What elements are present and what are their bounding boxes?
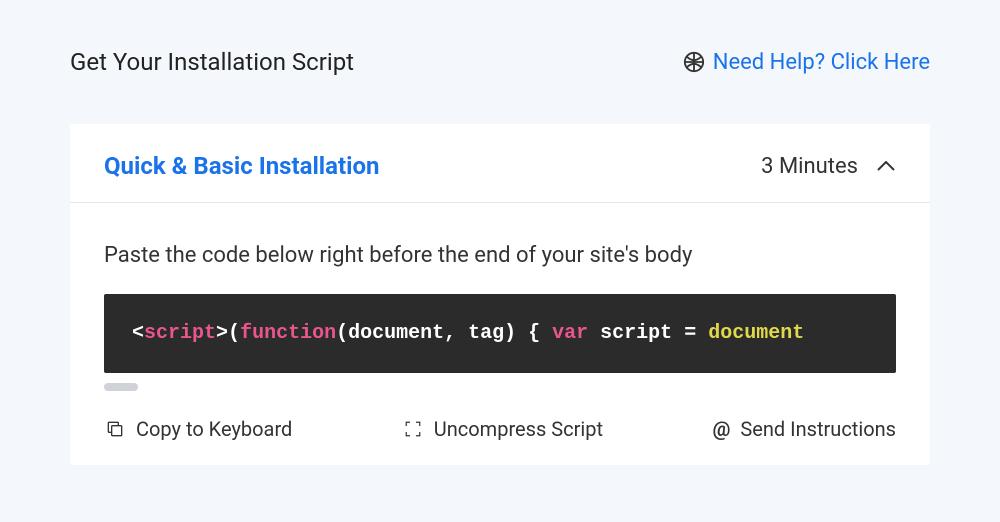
header-row: Get Your Installation Script Need Help? … [70,48,930,76]
code-tag: script [144,322,216,345]
code-bracket-open: < [132,322,144,345]
help-link-label: Need Help? Click Here [713,50,930,75]
duration-label: 3 Minutes [761,154,858,179]
code-varname: script [600,322,672,345]
copy-button[interactable]: Copy to Keyboard [104,417,292,441]
duration-wrap: 3 Minutes [761,154,896,179]
section-body: Paste the code below right before the en… [70,203,930,465]
code-params: (document, tag) { [336,322,540,345]
expand-icon [402,418,424,440]
chevron-up-icon[interactable] [876,156,896,176]
code-block[interactable]: <script>(function(document, tag) { var s… [104,294,896,373]
uncompress-button-label: Uncompress Script [434,417,603,441]
code-eq: = [684,322,696,345]
page-title: Get Your Installation Script [70,48,354,76]
copy-icon [104,418,126,440]
send-instructions-label: Send Instructions [740,417,896,441]
code-paren-open: ( [228,322,240,345]
help-icon [683,51,705,73]
section-title: Quick & Basic Installation [104,152,379,180]
installation-container: Get Your Installation Script Need Help? … [0,0,1000,465]
copy-button-label: Copy to Keyboard [136,417,292,441]
at-icon: @ [712,417,730,441]
send-instructions-button[interactable]: @ Send Instructions [712,417,896,441]
scrollbar-thumb[interactable] [104,383,138,391]
code-obj: document [708,322,804,345]
code-kw-function: function [240,322,336,345]
code-kw-var: var [552,322,588,345]
section-header[interactable]: Quick & Basic Installation 3 Minutes [70,124,930,203]
help-link[interactable]: Need Help? Click Here [683,50,930,75]
actions-row: Copy to Keyboard Uncompress Script [104,417,896,441]
uncompress-button[interactable]: Uncompress Script [402,417,603,441]
installation-card: Quick & Basic Installation 3 Minutes Pas… [70,124,930,465]
instruction-text: Paste the code below right before the en… [104,243,896,268]
code-bracket-close: > [216,322,228,345]
